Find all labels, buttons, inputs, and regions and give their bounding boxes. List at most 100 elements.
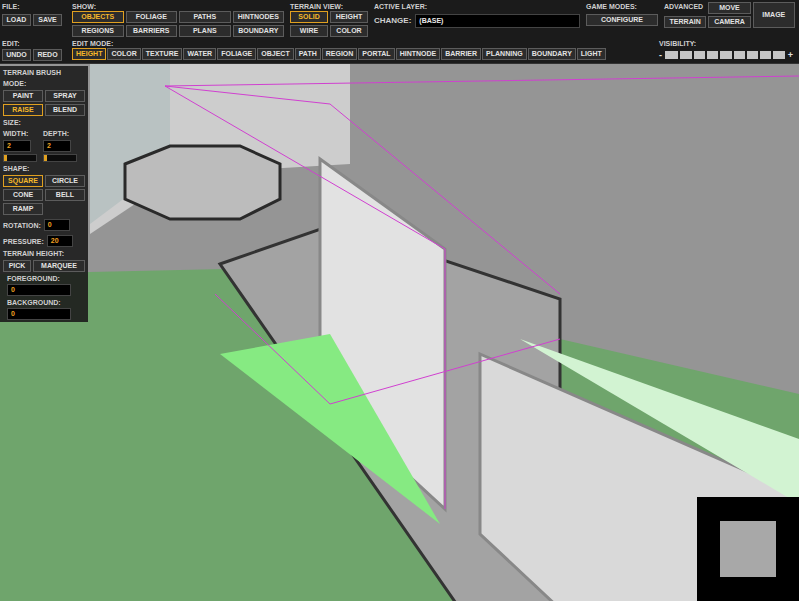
file-section: FILE:LOADSAVE bbox=[2, 2, 66, 26]
image-button[interactable]: IMAGE bbox=[753, 2, 795, 28]
terrain-view-toggle[interactable]: WIRE bbox=[290, 25, 328, 37]
show-toggle[interactable]: REGIONS bbox=[72, 25, 124, 37]
visibility-track[interactable] bbox=[665, 51, 785, 59]
minimap[interactable] bbox=[697, 497, 799, 601]
toolbar-row: FILE:LOADSAVESHOW:OBJECTSFOLIAGEPATHSHIN… bbox=[2, 2, 797, 37]
move-button[interactable]: MOVE bbox=[708, 2, 750, 14]
edit-mode-section: EDIT MODE:HEIGHTCOLORTEXTUREWATERFOLIAGE… bbox=[72, 39, 653, 60]
section-label: GAME MODES: bbox=[586, 2, 658, 11]
brush-shape-option[interactable]: SQUARE bbox=[3, 175, 43, 187]
edit-mode-tab[interactable]: TEXTURE bbox=[142, 48, 183, 60]
show-toggle[interactable]: OBJECTS bbox=[72, 11, 124, 23]
camera-button[interactable]: CAMERA bbox=[708, 16, 750, 28]
value-field[interactable]: 0 bbox=[7, 284, 71, 296]
brush-mode-option[interactable]: RAISE bbox=[3, 104, 43, 116]
terrain-view-section: TERRAIN VIEW:SOLIDHEIGHTWIRECOLOR bbox=[290, 2, 368, 37]
scene-render bbox=[0, 64, 799, 601]
viewport[interactable]: TERRAIN BRUSHMODE:PAINTSPRAYRAISEBLENDSI… bbox=[0, 64, 799, 601]
edit-mode-tab[interactable]: BARRIER bbox=[441, 48, 481, 60]
section-label: WIDTH: bbox=[3, 129, 37, 138]
terrain-height-buttons: PICKMARQUEE bbox=[3, 260, 85, 272]
show-section: SHOW:OBJECTSFOLIAGEPATHSHINTNODESREGIONS… bbox=[72, 2, 284, 37]
terrain-view-buttons: SOLIDHEIGHTWIRECOLOR bbox=[290, 11, 368, 37]
terrain-button[interactable]: TERRAIN bbox=[664, 16, 706, 28]
visibility-slider: -+ bbox=[659, 50, 793, 60]
edit-mode-tab[interactable]: PATH bbox=[295, 48, 321, 60]
brush-size: WIDTH:2DEPTH:2 bbox=[3, 129, 85, 162]
marquee-button[interactable]: MARQUEE bbox=[33, 260, 85, 272]
terrain-view-toggle[interactable]: HEIGHT bbox=[330, 11, 368, 23]
edit-mode-tab[interactable]: HEIGHT bbox=[72, 48, 106, 60]
edit-mode-tab[interactable]: REGION bbox=[322, 48, 358, 60]
edit-mode-tab[interactable]: COLOR bbox=[107, 48, 140, 60]
depth-slider[interactable] bbox=[43, 154, 77, 162]
terrain-view-toggle[interactable]: COLOR bbox=[330, 25, 368, 37]
load-button[interactable]: LOAD bbox=[2, 14, 31, 26]
brush-depth: DEPTH:2 bbox=[43, 129, 77, 162]
redo-button[interactable]: REDO bbox=[33, 49, 62, 61]
brush-shape-option[interactable]: CIRCLE bbox=[45, 175, 85, 187]
show-toggle[interactable]: HINTNODES bbox=[233, 11, 285, 23]
edit-mode-tab[interactable]: FOLIAGE bbox=[217, 48, 256, 60]
visibility-divider bbox=[678, 51, 680, 59]
visibility-decrease[interactable]: - bbox=[659, 50, 662, 60]
editor: FILE:LOADSAVESHOW:OBJECTSFOLIAGEPATHSHIN… bbox=[0, 0, 799, 601]
value-field[interactable]: 0 bbox=[7, 308, 71, 320]
edit-mode-tab[interactable]: PLANNING bbox=[482, 48, 527, 60]
active-layer-row: CHANGE:(BASE) bbox=[374, 14, 580, 28]
visibility-divider bbox=[758, 51, 760, 59]
toolbar-row: EDIT:UNDOREDOEDIT MODE:HEIGHTCOLORTEXTUR… bbox=[2, 39, 797, 61]
visibility-divider bbox=[718, 51, 720, 59]
brush-shape-option[interactable]: BELL bbox=[45, 189, 85, 201]
show-toggle[interactable]: FOLIAGE bbox=[126, 11, 178, 23]
terrain-view-toggle[interactable]: SOLID bbox=[290, 11, 328, 23]
brush-mode-options: PAINTSPRAYRAISEBLEND bbox=[3, 90, 85, 116]
file-buttons: LOADSAVE bbox=[2, 14, 66, 26]
brush-mode-option[interactable]: PAINT bbox=[3, 90, 43, 102]
section-label: SIZE: bbox=[3, 118, 85, 127]
section-label: TERRAIN VIEW: bbox=[290, 2, 368, 11]
visibility-divider bbox=[705, 51, 707, 59]
brush-mode-option[interactable]: BLEND bbox=[45, 104, 85, 116]
show-toggle[interactable]: BARRIERS bbox=[126, 25, 178, 37]
edit-mode-tab[interactable]: WATER bbox=[183, 48, 216, 60]
pick-button[interactable]: PICK bbox=[3, 260, 31, 272]
section-label: SHAPE: bbox=[3, 164, 85, 173]
save-button[interactable]: SAVE bbox=[33, 14, 62, 26]
terrain-brush-panel: TERRAIN BRUSHMODE:PAINTSPRAYRAISEBLENDSI… bbox=[0, 66, 88, 322]
pressure-row: PRESSURE:20 bbox=[3, 235, 85, 247]
edit-mode-tab[interactable]: PORTAL bbox=[358, 48, 394, 60]
visibility-divider bbox=[745, 51, 747, 59]
section-label: ROTATION: bbox=[3, 221, 41, 230]
value-field[interactable]: 0 bbox=[44, 219, 70, 231]
brush-shape-options: SQUARECIRCLECONEBELLRAMP bbox=[3, 175, 85, 215]
width-slider-fill bbox=[4, 155, 7, 161]
advanced-section: ADVANCEDMOVEIMAGETERRAINCAMERA bbox=[664, 2, 797, 28]
show-toggle[interactable]: BOUNDARY bbox=[233, 25, 285, 37]
visibility-divider bbox=[692, 51, 694, 59]
brush-shape-option[interactable]: RAMP bbox=[3, 203, 43, 215]
rotation-row: ROTATION:0 bbox=[3, 219, 85, 231]
visibility-increase[interactable]: + bbox=[788, 50, 793, 60]
show-toggle[interactable]: PATHS bbox=[179, 11, 231, 23]
edit-mode-tab[interactable]: LIGHT bbox=[577, 48, 606, 60]
configure-button[interactable]: CONFIGURE bbox=[586, 14, 658, 26]
edit-mode-tab[interactable]: OBJECT bbox=[257, 48, 293, 60]
show-toggle[interactable]: PLANS bbox=[179, 25, 231, 37]
section-label: FOREGROUND: bbox=[7, 274, 85, 283]
edit-mode-tab[interactable]: HINTNODE bbox=[396, 48, 441, 60]
brush-shape-option[interactable]: CONE bbox=[3, 189, 43, 201]
visibility-section: VISIBILITY:-+ bbox=[659, 39, 797, 60]
foreground-height: FOREGROUND:0 bbox=[3, 274, 85, 296]
edit-mode-tab[interactable]: BOUNDARY bbox=[528, 48, 576, 60]
undo-button[interactable]: UNDO bbox=[2, 49, 31, 61]
value-field[interactable]: 20 bbox=[47, 235, 73, 247]
value-field[interactable]: 2 bbox=[3, 140, 31, 152]
section-label: VISIBILITY: bbox=[659, 39, 793, 48]
value-field[interactable]: 2 bbox=[43, 140, 71, 152]
width-slider[interactable] bbox=[3, 154, 37, 162]
brush-mode-option[interactable]: SPRAY bbox=[45, 90, 85, 102]
active-layer-field[interactable]: (BASE) bbox=[415, 14, 580, 28]
game-modes-section: GAME MODES: CONFIGURE bbox=[586, 2, 658, 26]
minimap-area bbox=[720, 521, 776, 577]
